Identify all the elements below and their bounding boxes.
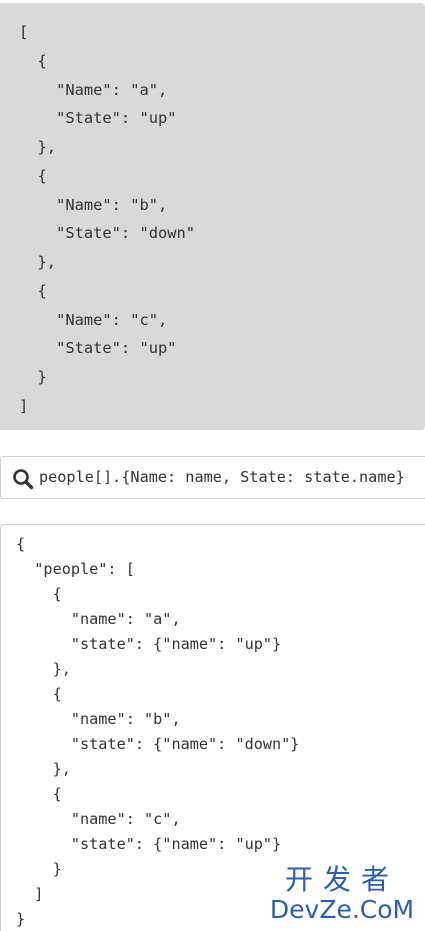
result-json: [ { "Name": "a", "State": "up" }, { "Nam… xyxy=(19,23,196,415)
result-output-panel: [ { "Name": "a", "State": "up" }, { "Nam… xyxy=(0,3,425,430)
jmespath-demo: [ { "Name": "a", "State": "up" }, { "Nam… xyxy=(0,0,425,931)
input-json[interactable]: { "people": [ { "name": "a", "state": {"… xyxy=(16,532,299,931)
search-icon xyxy=(12,468,34,490)
query-input[interactable]: people[].{Name: name, State: state.name} xyxy=(39,457,425,498)
input-json-panel[interactable]: { "people": [ { "name": "a", "state": {"… xyxy=(0,524,425,931)
query-search-bar[interactable]: people[].{Name: name, State: state.name} xyxy=(0,456,425,499)
